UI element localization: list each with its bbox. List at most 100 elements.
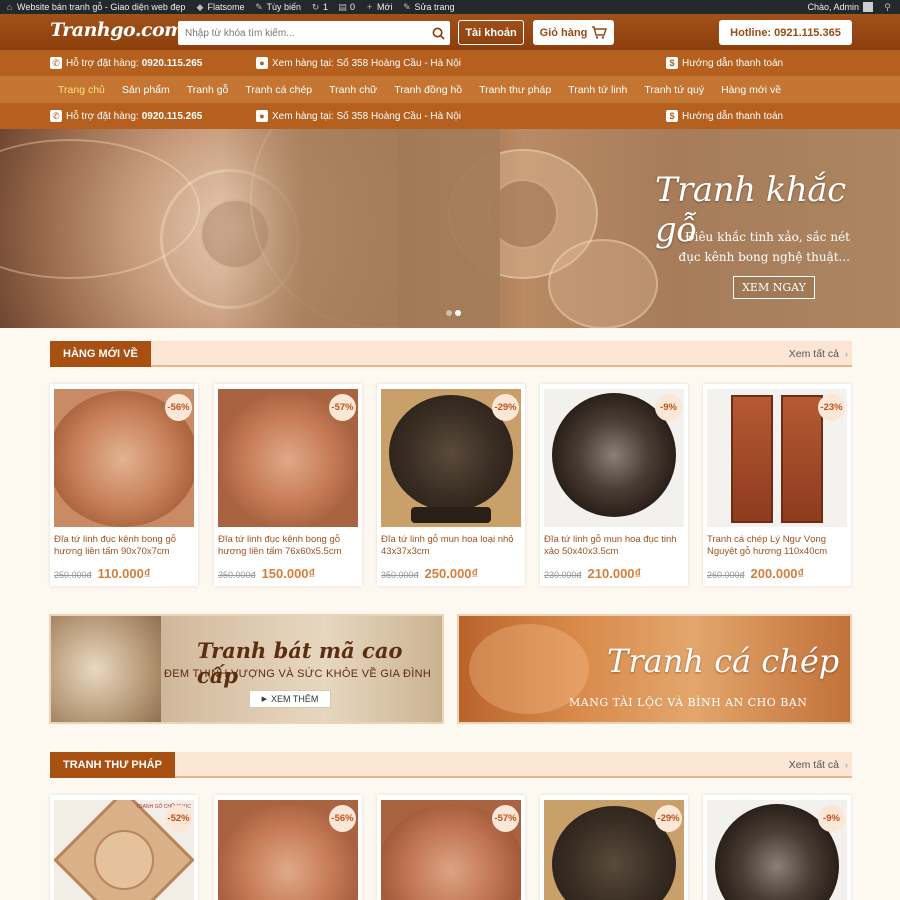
section-title: TRANH THƯ PHÁP — [50, 752, 175, 778]
cart-icon — [592, 26, 608, 39]
product-name[interactable]: Đĩa tứ linh đục kênh bong gỗ hương liền … — [218, 534, 356, 558]
product-price: 230.000đ 210.000₫ — [544, 566, 642, 581]
product-card[interactable]: -23% Tranh cá chép Lý Ngư Vọng Nguyệt gỗ… — [703, 384, 851, 586]
nav-new-arrivals[interactable]: Hàng mới về — [721, 84, 781, 96]
product-card[interactable]: -29% — [540, 795, 688, 900]
product-card[interactable]: -56% — [214, 795, 362, 900]
discount-badge: -9% — [818, 805, 845, 832]
admin-account[interactable]: Chào, Admin — [802, 0, 878, 14]
promo-more-button[interactable]: ▶ XEM THÊM — [249, 690, 331, 708]
search-button[interactable] — [426, 22, 450, 44]
promo-banner-horses[interactable]: Tranh bát mã cao cấp ĐEM THỊNH VƯỢNG VÀ … — [49, 614, 444, 724]
promo-title: Tranh cá chép — [607, 642, 840, 680]
product-price: 350.000đ 250.000₫ — [381, 566, 479, 581]
discount-badge: -56% — [165, 394, 192, 421]
product-card[interactable]: -56% Đĩa tứ linh đục kênh bong gỗ hương … — [50, 384, 198, 586]
view-all-link[interactable]: Xem tất cả › — [789, 341, 848, 367]
product-card[interactable]: -29% Đĩa tứ linh gỗ mun hoa loại nhỏ 43x… — [377, 384, 525, 586]
admin-edit-page[interactable]: ✎ Sửa trang — [397, 0, 459, 14]
store-address[interactable]: ● Xem hàng tại: Số 358 Hoàng Cầu - Hà Nội — [256, 50, 461, 76]
discount-badge: -56% — [329, 805, 356, 832]
product-card[interactable]: -9% Đĩa tứ linh gỗ mun hoa đục tinh xảo … — [540, 384, 688, 586]
payment-guide[interactable]: $ Hướng dẫn thanh toán — [666, 50, 783, 76]
product-card[interactable]: TRANH GỖ CHỮ PHÚC -52% — [50, 795, 198, 900]
site-header: Tranhgo.com.vn Tài khoản Giỏ hàng Hotlin… — [0, 14, 900, 50]
phone-icon: ✆ — [50, 110, 62, 122]
section-new-arrivals-header: HÀNG MỚI VỀ Xem tất cả › — [50, 341, 852, 367]
discount-badge: -9% — [655, 394, 682, 421]
product-price: 250.000đ 110.000₫ — [54, 566, 151, 581]
product-card[interactable]: -57% Đĩa tứ linh đục kênh bong gỗ hương … — [214, 384, 362, 586]
admin-new[interactable]: + Mới — [360, 0, 397, 14]
discount-badge: -29% — [492, 394, 519, 421]
location-icon: ● — [256, 110, 268, 122]
admin-site-name[interactable]: ⌂ Website bán tranh gỗ - Giao diện web đẹ… — [0, 0, 190, 14]
discount-badge: -57% — [492, 805, 519, 832]
product-name[interactable]: Tranh cá chép Lý Ngư Vọng Nguyệt gỗ hươn… — [707, 534, 845, 558]
admin-search[interactable]: ⚲ — [878, 0, 900, 14]
info-bar-secondary: ✆ Hỗ trợ đặt hàng: 0920.115.265 ● Xem hàng … — [0, 103, 900, 129]
comment-icon: ▤ — [338, 1, 347, 12]
nav-four-seasons[interactable]: Tranh tứ quý — [644, 84, 704, 96]
nav-koi-paintings[interactable]: Tranh cá chép — [245, 84, 312, 96]
store-address-2[interactable]: ● Xem hàng tại: Số 358 Hoàng Cầu - Hà Nội — [256, 103, 461, 129]
promo-subtitle: MANG TÀI LỘC VÀ BÌNH AN CHO BẠN — [569, 696, 808, 709]
product-card[interactable]: -57% — [377, 795, 525, 900]
product-price: 350.000đ 150.000₫ — [218, 566, 316, 581]
cart-button[interactable]: Giỏ hàng — [533, 20, 614, 45]
section-title: HÀNG MỚI VỀ — [50, 341, 151, 367]
product-price: 260.000đ 200.000₫ — [707, 566, 805, 581]
search-input[interactable] — [178, 22, 426, 44]
account-button[interactable]: Tài khoản — [458, 20, 524, 45]
nav-clock-paintings[interactable]: Tranh đồng hồ — [394, 84, 462, 96]
support-phone[interactable]: ✆ Hỗ trợ đặt hàng: 0920.115.265 — [50, 50, 202, 76]
dollar-icon: $ — [666, 110, 678, 122]
nav-home[interactable]: Trang chủ — [58, 84, 105, 96]
slider-dot-active[interactable] — [455, 310, 461, 316]
search-icon — [432, 27, 445, 40]
section-calligraphy-header: TRANH THƯ PHÁP Xem tất cả › — [50, 752, 852, 778]
hotline-button[interactable]: Hotline: 0921.115.365 — [719, 20, 852, 45]
nav-wood-paintings[interactable]: Tranh gỗ — [187, 84, 229, 96]
admin-updates[interactable]: ↻ 1 — [306, 0, 333, 14]
discount-badge: -57% — [329, 394, 356, 421]
product-name[interactable]: Đĩa tứ linh gỗ mun hoa loại nhỏ 43x37x3c… — [381, 534, 519, 558]
discount-badge: -29% — [655, 805, 682, 832]
payment-guide-2[interactable]: $ Hướng dẫn thanh toán — [666, 103, 783, 129]
dollar-icon: $ — [666, 57, 678, 69]
discount-badge: -52% — [165, 805, 192, 832]
promo-banner-koi[interactable]: Tranh cá chép MANG TÀI LỘC VÀ BÌNH AN CH… — [457, 614, 852, 724]
search-box — [178, 21, 450, 45]
nav-letter-paintings[interactable]: Tranh chữ — [329, 84, 377, 96]
discount-badge: -23% — [818, 394, 845, 421]
info-bar: ✆ Hỗ trợ đặt hàng: 0920.115.265 ● Xem hàng … — [0, 50, 900, 76]
search-icon: ⚲ — [884, 1, 891, 12]
flatsome-icon: ◆ — [196, 1, 204, 12]
promo-subtitle: ĐEM THỊNH VƯỢNG VÀ SỨC KHỎE VỀ GIA ĐÌNH — [164, 668, 432, 680]
product-card[interactable]: -9% — [703, 795, 851, 900]
main-nav: Trang chủ Sản phẩm Tranh gỗ Tranh cá ché… — [0, 76, 900, 103]
support-phone-2[interactable]: ✆ Hỗ trợ đặt hàng: 0920.115.265 — [50, 103, 202, 129]
plus-icon: + — [366, 1, 373, 12]
nav-calligraphy[interactable]: Tranh thư pháp — [479, 84, 551, 96]
admin-theme[interactable]: ◆ Flatsome — [190, 0, 249, 14]
phone-icon: ✆ — [50, 57, 62, 69]
product-name[interactable]: Đĩa tứ linh đục kênh bong gỗ hương liền … — [54, 534, 192, 558]
hero-view-button[interactable]: XEM NGAY — [733, 276, 815, 299]
avatar — [863, 2, 873, 12]
hero-subtitle: Điêu khắc tinh xảo, sắc nét đục kênh bon… — [678, 230, 850, 264]
nav-products[interactable]: Sản phẩm — [122, 84, 170, 96]
slider-dot[interactable] — [446, 310, 452, 316]
pencil-icon: ✎ — [403, 1, 411, 12]
play-icon: ▶ — [261, 696, 268, 703]
admin-customize[interactable]: ✎ Tùy biến — [249, 0, 306, 14]
chevron-right-icon: › — [845, 760, 848, 770]
product-name[interactable]: Đĩa tứ linh gỗ mun hoa đục tinh xảo 50x4… — [544, 534, 682, 558]
home-icon: ⌂ — [6, 1, 13, 12]
nav-four-sacred[interactable]: Tranh tứ linh — [568, 84, 627, 96]
brush-icon: ✎ — [255, 1, 263, 12]
wp-admin-bar: ⌂ Website bán tranh gỗ - Giao diện web đẹ… — [0, 0, 900, 14]
admin-comments[interactable]: ▤ 0 — [333, 0, 360, 14]
updates-icon: ↻ — [311, 1, 320, 12]
view-all-link[interactable]: Xem tất cả › — [789, 752, 848, 778]
